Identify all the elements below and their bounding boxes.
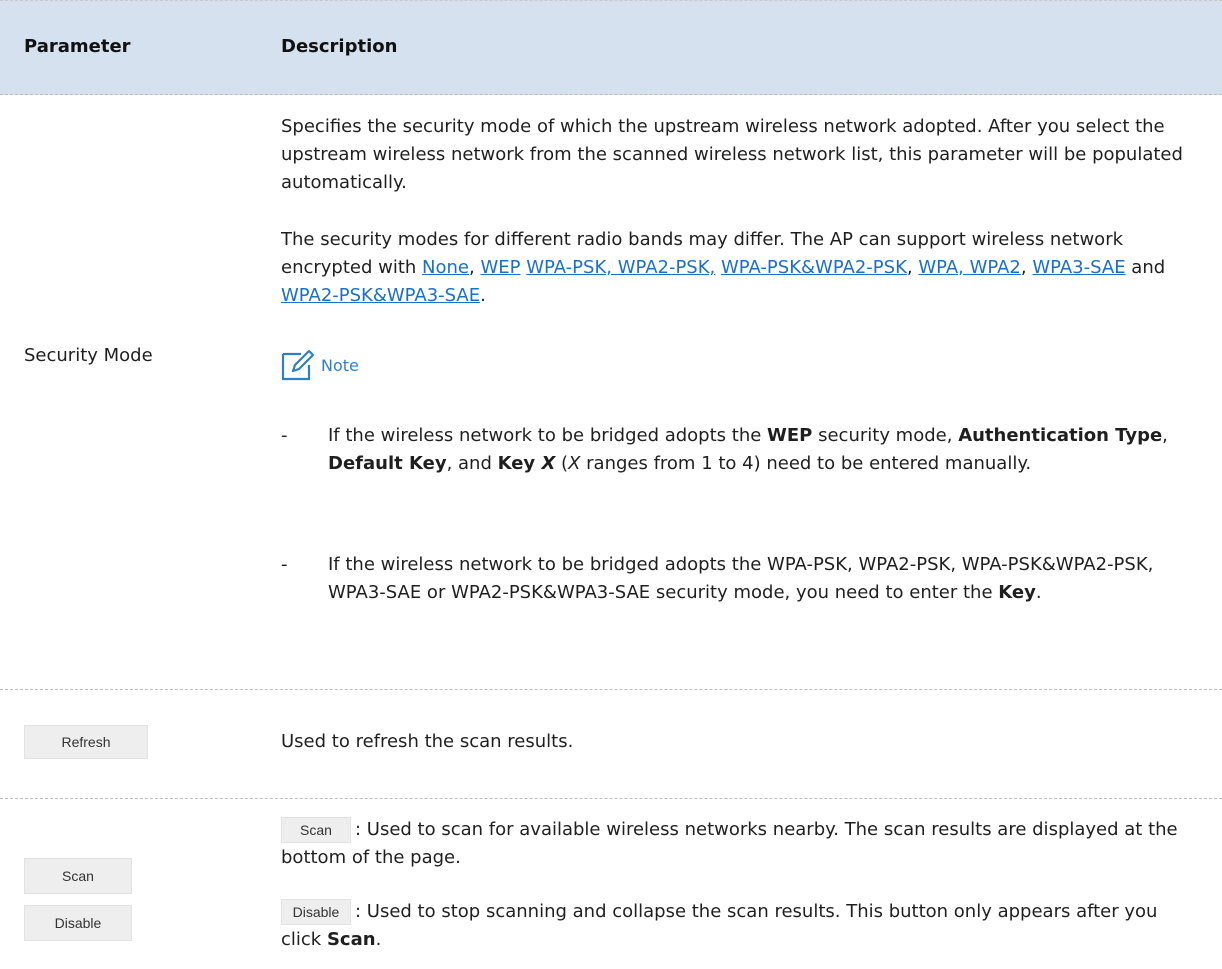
table-row-refresh: Refresh Used to refresh the scan results…	[0, 690, 1222, 799]
para2-text: The security modes for different radio b…	[281, 226, 1201, 310]
text: security mode,	[812, 425, 959, 446]
sep: ,	[469, 257, 475, 278]
bullet-wpa-text: If the wireless network to be bridged ad…	[328, 551, 1208, 607]
bold-text: Default Key	[328, 453, 447, 474]
table-row-security-mode: Security Mode Specifies the security mod…	[0, 95, 1222, 690]
text: , and	[446, 453, 498, 474]
sep: ,	[906, 257, 913, 278]
disable-desc-text: : Used to stop scanning and collapse the…	[281, 901, 1158, 950]
bold-text: Key	[998, 582, 1036, 603]
link-wpa-wpa2[interactable]: WPA, WPA2	[918, 257, 1021, 278]
param-security-mode: Security Mode	[24, 345, 153, 366]
link-none[interactable]: None	[422, 257, 469, 278]
note-pencil-icon	[281, 349, 315, 381]
bold-text: Authentication Type	[958, 425, 1163, 446]
refresh-description: Used to refresh the scan results.	[281, 731, 574, 752]
disable-desc-para: Disable: Used to stop scanning and colla…	[281, 898, 1201, 954]
inline-scan-button[interactable]: Scan	[281, 817, 351, 843]
italic-text: X	[568, 453, 581, 474]
scan-desc-text: : Used to scan for available wireless ne…	[281, 819, 1178, 868]
note-label: Note	[321, 355, 359, 375]
period: .	[375, 929, 382, 950]
bold-text: Scan	[326, 929, 376, 950]
sep-and: and	[1125, 257, 1166, 278]
text: (	[555, 453, 569, 474]
scan-description: Scan: Used to scan for available wireles…	[281, 816, 1201, 872]
bold-text: Key	[497, 453, 542, 474]
period: .	[480, 285, 486, 306]
text: ,	[1162, 425, 1168, 446]
bullet-wep-text: If the wireless network to be bridged ad…	[328, 422, 1208, 478]
scan-desc-para: Scan: Used to scan for available wireles…	[281, 816, 1201, 872]
scan-button[interactable]: Scan	[24, 858, 132, 894]
link-wpa-psk-and-wpa2-psk[interactable]: WPA-PSK&WPA2-PSK	[721, 257, 907, 278]
header-description: Description	[281, 36, 398, 57]
text: If the wireless network to be bridged ad…	[328, 425, 768, 446]
para1-text: Specifies the security mode of which the…	[281, 116, 1183, 193]
refresh-button[interactable]: Refresh	[24, 725, 148, 759]
link-wpa2-psk-and-wpa3-sae[interactable]: WPA2-PSK&WPA3-SAE	[281, 285, 480, 306]
link-wpa-psk-wpa2-psk[interactable]: WPA-PSK, WPA2-PSK,	[526, 257, 715, 278]
bold-text: WEP	[767, 425, 813, 446]
header-parameter: Parameter	[24, 36, 131, 57]
link-wpa3-sae[interactable]: WPA3-SAE	[1032, 257, 1125, 278]
security-mode-para1: Specifies the security mode of which the…	[281, 113, 1201, 197]
security-mode-para2: The security modes for different radio b…	[281, 226, 1201, 310]
note-bullet-wep: - If the wireless network to be bridged …	[281, 422, 1201, 506]
disable-description: Disable: Used to stop scanning and colla…	[281, 898, 1201, 954]
table-row-scan-disable: Scan Disable Scan: Used to scan for avai…	[0, 799, 1222, 969]
disable-button[interactable]: Disable	[24, 905, 132, 941]
parameter-table: Parameter Description Security Mode Spec…	[0, 0, 1222, 969]
note-bullet-wpa: - If the wireless network to be bridged …	[281, 551, 1201, 635]
text: .	[1035, 582, 1042, 603]
bullet-dash: -	[281, 554, 288, 575]
table-header: Parameter Description	[0, 0, 1222, 95]
link-wep[interactable]: WEP	[480, 257, 520, 278]
sep: ,	[1020, 257, 1027, 278]
bold-italic-text: X	[541, 453, 556, 474]
note-heading: Note	[281, 349, 359, 381]
bullet-dash: -	[281, 425, 288, 446]
inline-disable-button[interactable]: Disable	[281, 899, 351, 925]
text: ranges from 1 to 4) need to be entered m…	[580, 453, 1032, 474]
